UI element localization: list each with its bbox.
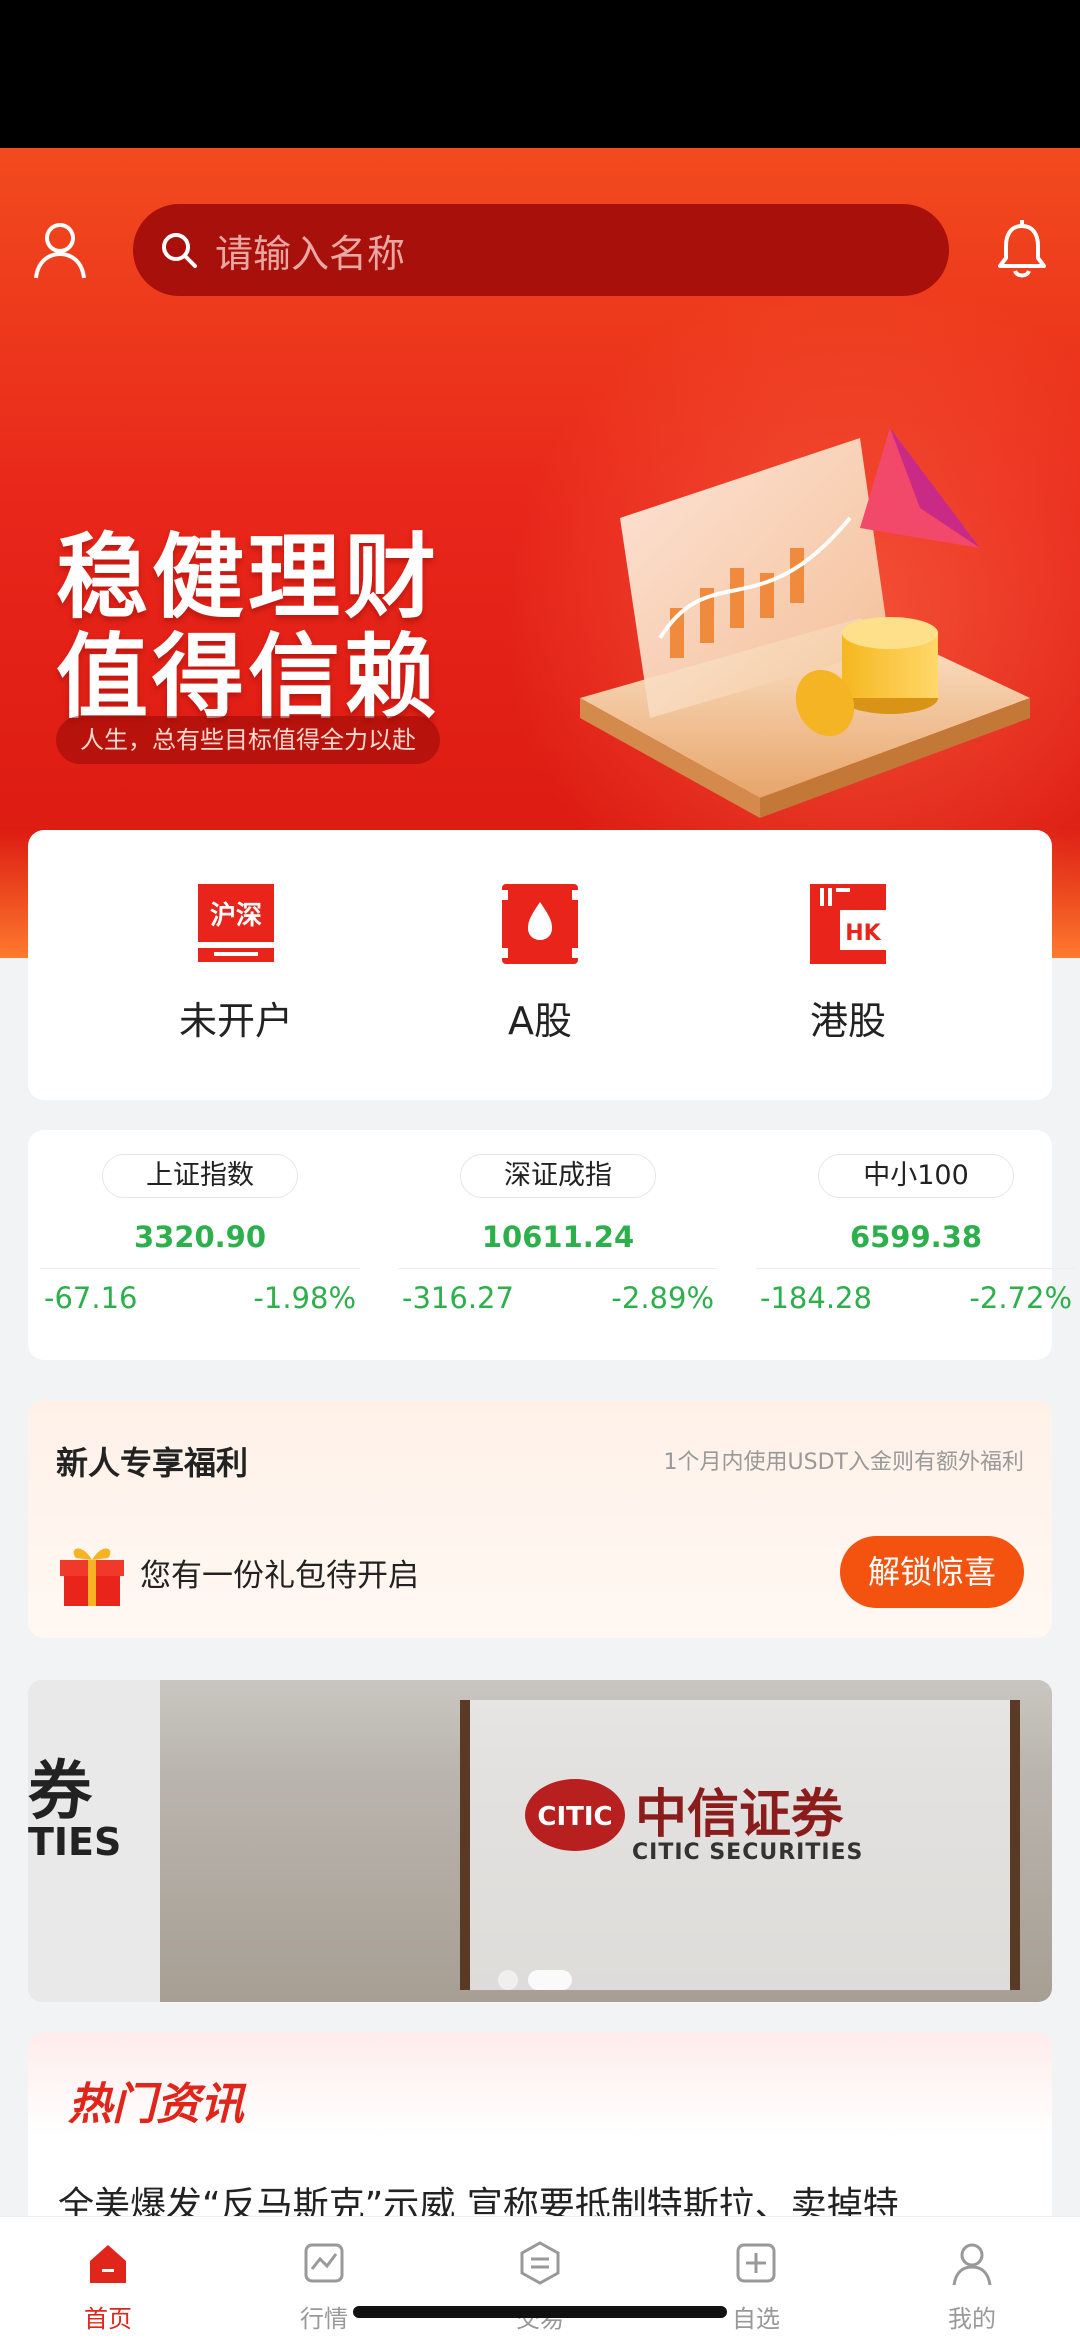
- index-value: 10611.24: [481, 1220, 635, 1254]
- tab-profile[interactable]: 我的: [912, 2239, 1032, 2334]
- index-item-shenzhen[interactable]: 深证成指 10611.24 -316.27 -2.89%: [388, 1154, 728, 1315]
- home-indicator[interactable]: [353, 2306, 727, 2318]
- brand-name-en: CITIC SECURITIES: [632, 1840, 864, 1865]
- tab-market[interactable]: 行情: [264, 2239, 384, 2334]
- carousel-current-slide: CITIC 中信证券 CITIC SECURITIES: [160, 1680, 1052, 2002]
- index-change: -67.16: [44, 1281, 138, 1315]
- bell-icon[interactable]: [996, 218, 1048, 280]
- carousel-prev-slide: 券 TIES: [28, 1680, 160, 2002]
- quick-entry-label: 港股: [809, 999, 886, 1043]
- hk-icon: HK: [810, 884, 886, 964]
- welfare-title: 新人专享福利: [56, 1444, 249, 1482]
- promo-carousel[interactable]: 券 TIES CITIC 中信证券 CITIC SECURITIES: [28, 1680, 1052, 2002]
- market-index-card: 上证指数 3320.90 -67.16 -1.98% 深证成指 10611.24…: [28, 1130, 1076, 1360]
- index-percent: -1.98%: [253, 1281, 356, 1315]
- status-bar: [0, 0, 1080, 148]
- search-icon: [162, 233, 197, 268]
- index-value: 6599.38: [849, 1220, 983, 1254]
- tab-home[interactable]: 首页: [48, 2239, 168, 2334]
- svg-text:HK: HK: [845, 921, 881, 946]
- unlock-surprise-button[interactable]: 解锁惊喜: [840, 1536, 1024, 1608]
- quick-entry-hushen[interactable]: 沪深 未开户: [136, 880, 336, 1045]
- divider: [40, 1268, 360, 1269]
- home-icon: [90, 2245, 126, 2283]
- a-share-icon: [502, 884, 578, 964]
- search-bar[interactable]: 请输入名称: [133, 204, 949, 296]
- welfare-note: 1个月内使用USDT入金则有额外福利: [663, 1450, 1024, 1475]
- quick-entry-card: 沪深 未开户 A股 HK 港股: [28, 830, 1052, 1100]
- trade-icon: [520, 2241, 560, 2285]
- tab-watchlist[interactable]: 自选: [696, 2239, 816, 2334]
- quick-entry-a-share[interactable]: A股: [440, 880, 640, 1045]
- carousel-dot-active[interactable]: [528, 1970, 572, 1990]
- index-percent: -2.89%: [611, 1281, 714, 1315]
- index-name: 深证成指: [460, 1154, 656, 1198]
- index-item-sme100[interactable]: 中小100 6599.38 -184.28 -2.72%: [746, 1154, 1080, 1315]
- hot-news-title: 热门资讯: [68, 2079, 244, 2130]
- top-bar: 请输入名称: [0, 200, 1080, 300]
- quick-entry-label: A股: [508, 999, 572, 1043]
- carousel-dot[interactable]: [498, 1970, 518, 1990]
- svg-text:CITIC: CITIC: [537, 1802, 612, 1832]
- index-percent: -2.72%: [969, 1281, 1072, 1315]
- citic-logo-icon: CITIC: [525, 1779, 625, 1851]
- index-name: 上证指数: [102, 1154, 298, 1198]
- index-change: -184.28: [760, 1281, 872, 1315]
- divider: [756, 1268, 1076, 1269]
- tab-trade[interactable]: 交易: [480, 2239, 600, 2334]
- quick-entry-hk[interactable]: HK 港股: [748, 880, 948, 1045]
- prev-slide-text: 券: [28, 1755, 92, 1829]
- index-value: 3320.90: [133, 1220, 267, 1254]
- search-placeholder[interactable]: 请输入名称: [215, 223, 405, 278]
- hushen-icon: 沪深: [198, 884, 274, 962]
- gift-text: 您有一份礼包待开启: [140, 1558, 419, 1594]
- tab-label: 首页: [84, 2305, 132, 2333]
- prev-slide-en: TIES: [28, 1820, 122, 1864]
- gift-icon: [60, 1548, 124, 1606]
- user-icon[interactable]: [32, 220, 88, 280]
- newcomer-welfare-card: 新人专享福利 1个月内使用USDT入金则有额外福利 您有一份礼包待开启 解锁惊喜: [28, 1400, 1052, 1638]
- index-name: 中小100: [818, 1154, 1014, 1198]
- index-change: -316.27: [402, 1281, 514, 1315]
- finance-illustration: [580, 428, 1030, 818]
- bottom-tab-bar: 首页 行情 交易 自选 我的: [0, 2216, 1080, 2341]
- carousel-indicator[interactable]: [498, 1970, 572, 1990]
- divider: [398, 1268, 718, 1269]
- quick-entry-label: 未开户: [178, 999, 293, 1043]
- tab-label: 我的: [948, 2305, 996, 2333]
- watchlist-icon: [736, 2243, 776, 2283]
- market-icon: [304, 2243, 344, 2283]
- index-item-shanghai[interactable]: 上证指数 3320.90 -67.16 -1.98%: [30, 1154, 370, 1315]
- hero-subtitle: 人生，总有些目标值得全力以赴: [56, 716, 440, 764]
- brand-name-cn: 中信证券: [635, 1785, 844, 1845]
- svg-text:沪深: 沪深: [210, 901, 262, 931]
- profile-icon: [952, 2243, 992, 2286]
